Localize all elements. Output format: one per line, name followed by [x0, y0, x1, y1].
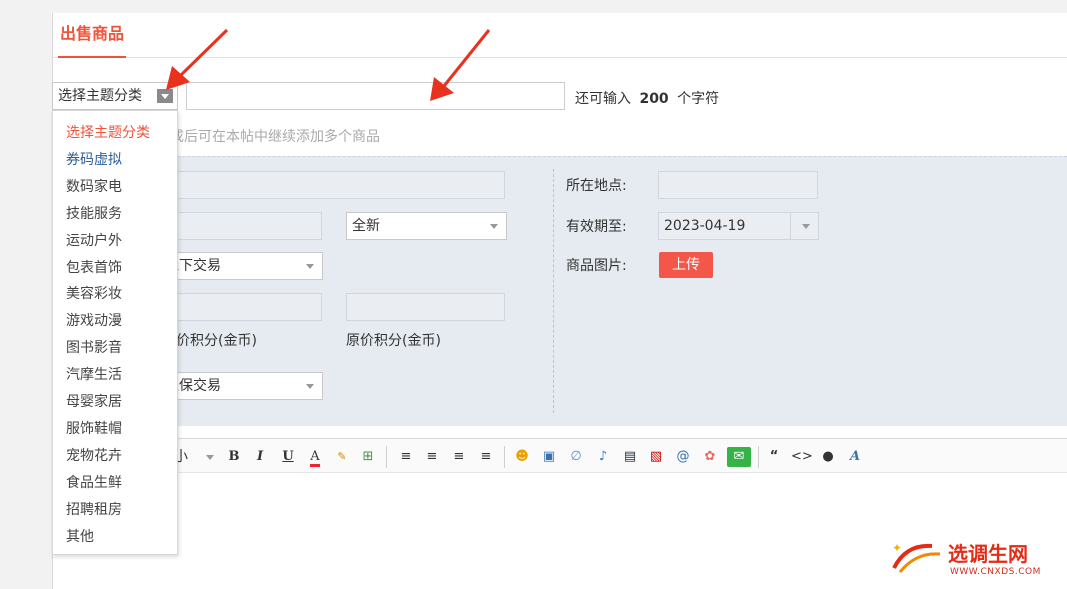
watermark-url: WWW.CNXDS.COM — [950, 567, 1041, 577]
svg-text:✦: ✦ — [892, 541, 902, 555]
site-logo-icon: ✦ — [892, 541, 941, 573]
watermark: ✦ 选调生网 WWW.CNXDS.COM — [886, 536, 1061, 582]
arrow-to-category — [166, 28, 229, 90]
arrow-to-title — [430, 29, 491, 101]
annotation-arrows — [166, 28, 491, 101]
watermark-name: 选调生网 — [948, 542, 1028, 566]
